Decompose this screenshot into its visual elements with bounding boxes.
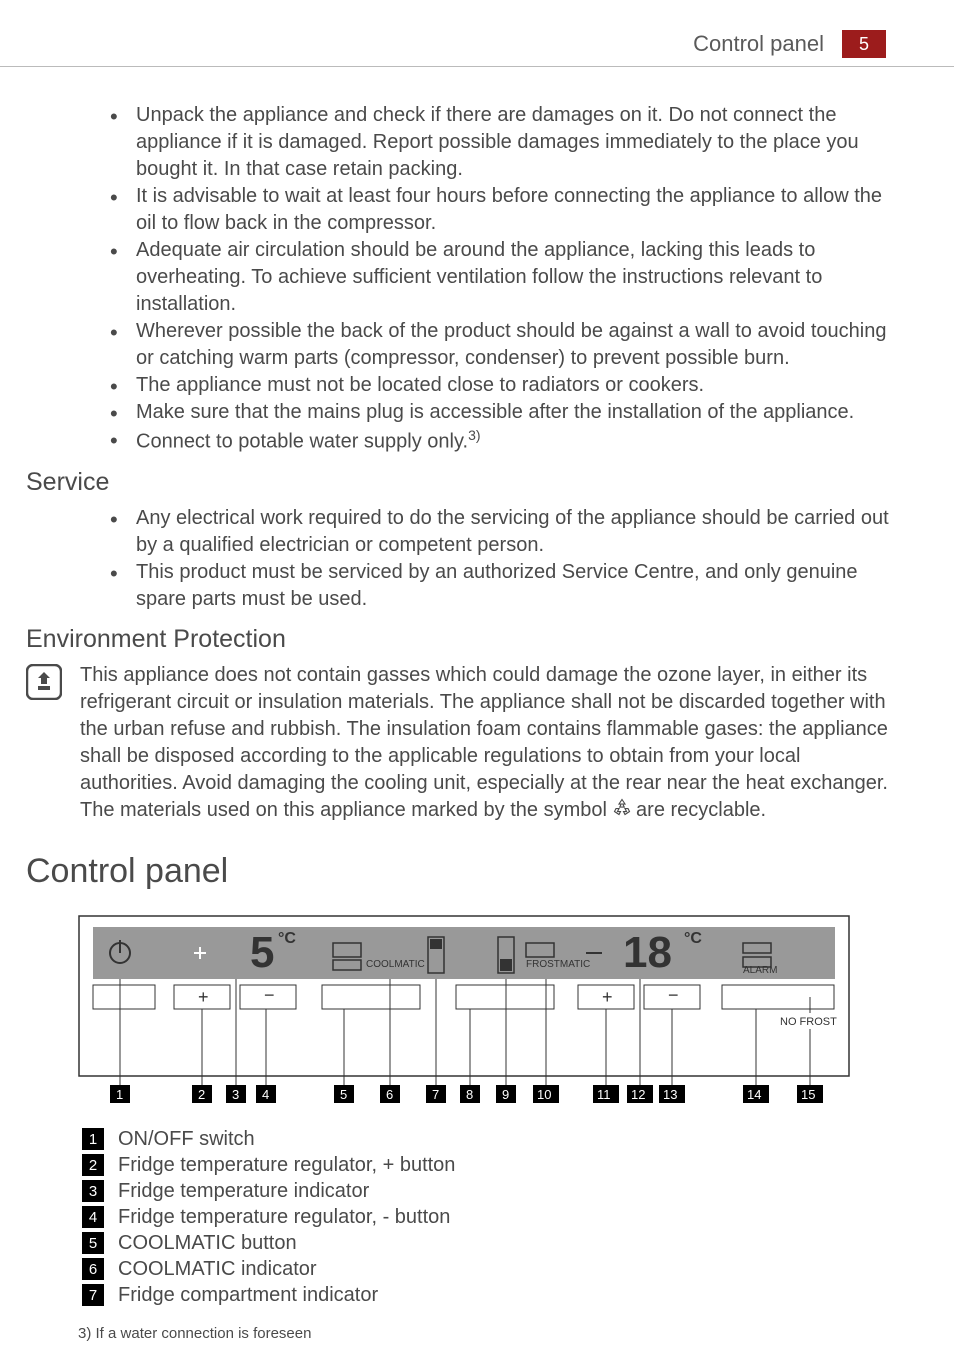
svg-text:11: 11 xyxy=(597,1087,611,1102)
legend-number: 7 xyxy=(82,1284,104,1306)
legend-label: Fridge temperature regulator, - button xyxy=(118,1206,450,1229)
svg-text:COOLMATIC: COOLMATIC xyxy=(366,959,425,970)
control-panel-legend: 1 ON/OFF switch 2 Fridge temperature reg… xyxy=(82,1128,899,1307)
safety-bullet: The appliance must not be located close … xyxy=(136,372,899,399)
footnote-ref: 3) xyxy=(468,427,480,443)
service-bullet-list: Any electrical work required to do the s… xyxy=(136,505,899,613)
legend-label: Fridge temperature indicator xyxy=(118,1180,369,1203)
svg-text:5: 5 xyxy=(340,1087,347,1102)
page-header: Control panel 5 xyxy=(0,0,954,67)
legend-number: 4 xyxy=(82,1206,104,1228)
svg-text:9: 9 xyxy=(502,1087,509,1102)
recycle-plug-icon xyxy=(26,664,62,700)
svg-text:6: 6 xyxy=(386,1087,393,1102)
legend-item: 2 Fridge temperature regulator, + button xyxy=(82,1154,899,1177)
svg-text:4: 4 xyxy=(262,1087,269,1102)
svg-text:°C: °C xyxy=(684,930,702,947)
legend-number: 3 xyxy=(82,1180,104,1202)
legend-label: COOLMATIC indicator xyxy=(118,1258,317,1281)
svg-text:−: − xyxy=(668,985,679,1005)
control-panel-heading: Control panel xyxy=(26,852,899,891)
svg-text:1: 1 xyxy=(116,1087,123,1102)
legend-number: 5 xyxy=(82,1232,104,1254)
svg-text:°C: °C xyxy=(278,930,296,947)
footnote: 3) If a water connection is foreseen xyxy=(78,1325,899,1342)
legend-item: 7 Fridge compartment indicator xyxy=(82,1284,899,1307)
environment-heading: Environment Protection xyxy=(26,625,899,654)
legend-item: 1 ON/OFF switch xyxy=(82,1128,899,1151)
svg-text:15: 15 xyxy=(801,1087,815,1102)
svg-text:8: 8 xyxy=(466,1087,473,1102)
legend-item: 5 COOLMATIC button xyxy=(82,1232,899,1255)
safety-bullet: Unpack the appliance and check if there … xyxy=(136,102,899,183)
safety-bullet-list: Unpack the appliance and check if there … xyxy=(136,102,899,456)
svg-text:FROSTMATIC: FROSTMATIC xyxy=(526,959,590,970)
legend-label: ON/OFF switch xyxy=(118,1128,255,1151)
fridge-temp-display: 5 xyxy=(250,928,274,977)
safety-bullet: It is advisable to wait at least four ho… xyxy=(136,183,899,237)
safety-bullet: Make sure that the mains plug is accessi… xyxy=(136,399,899,426)
legend-number: 2 xyxy=(82,1154,104,1176)
environment-row: This appliance does not contain gasses w… xyxy=(26,662,899,824)
legend-label: Fridge temperature regulator, + button xyxy=(118,1154,455,1177)
legend-number: 1 xyxy=(82,1128,104,1150)
svg-text:14: 14 xyxy=(747,1087,761,1102)
legend-label: COOLMATIC button xyxy=(118,1232,297,1255)
svg-text:+: + xyxy=(198,987,209,1007)
header-title: Control panel xyxy=(693,31,824,57)
svg-text:18: 18 xyxy=(623,928,672,977)
page-content: Unpack the appliance and check if there … xyxy=(0,102,954,1342)
svg-text:−: − xyxy=(264,985,275,1005)
svg-text:+: + xyxy=(602,987,613,1007)
svg-text:13: 13 xyxy=(663,1087,677,1102)
svg-text:10: 10 xyxy=(537,1087,551,1102)
legend-item: 3 Fridge temperature indicator xyxy=(82,1180,899,1203)
safety-bullet: Wherever possible the back of the produc… xyxy=(136,318,899,372)
safety-bullet: Connect to potable water supply only.3) xyxy=(136,426,899,456)
svg-text:ALARM: ALARM xyxy=(743,965,777,976)
svg-text:7: 7 xyxy=(432,1087,439,1102)
svg-text:NO FROST: NO FROST xyxy=(780,1016,837,1028)
legend-label: Fridge compartment indicator xyxy=(118,1284,378,1307)
environment-text: This appliance does not contain gasses w… xyxy=(80,662,899,824)
svg-text:12: 12 xyxy=(631,1087,645,1102)
control-panel-diagram: 5 °C COOLMATIC FROSTMATIC 18 °C xyxy=(78,915,899,1120)
legend-item: 6 COOLMATIC indicator xyxy=(82,1258,899,1281)
svg-text:3: 3 xyxy=(232,1087,239,1102)
svg-text:2: 2 xyxy=(198,1087,205,1102)
recycle-icon xyxy=(613,797,631,824)
safety-bullet: Adequate air circulation should be aroun… xyxy=(136,237,899,318)
service-heading: Service xyxy=(26,468,899,497)
legend-item: 4 Fridge temperature regulator, - button xyxy=(82,1206,899,1229)
service-bullet: This product must be serviced by an auth… xyxy=(136,559,899,613)
page-number: 5 xyxy=(842,30,886,58)
legend-number: 6 xyxy=(82,1258,104,1280)
service-bullet: Any electrical work required to do the s… xyxy=(136,505,899,559)
